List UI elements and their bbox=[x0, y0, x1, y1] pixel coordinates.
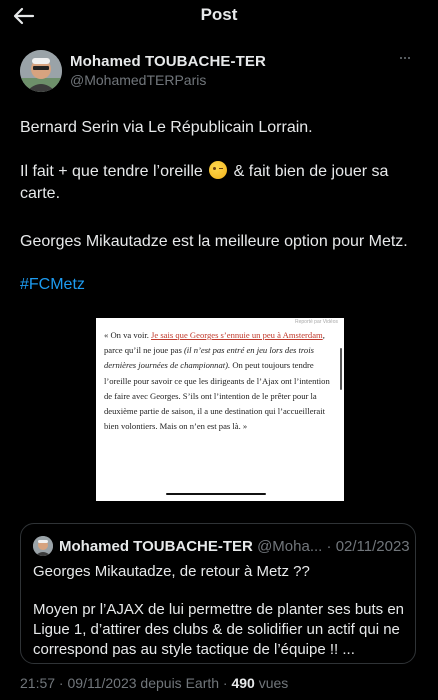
tweet-hashtag-line: #FCMetz bbox=[20, 274, 420, 296]
tweet-paragraph-2-text: Il fait + que tendre l’oreille bbox=[20, 163, 208, 180]
article-excerpt: « On va voir. Je sais que Georges s’ennu… bbox=[104, 328, 336, 434]
media-scrollbar bbox=[340, 348, 342, 390]
views-label: vues bbox=[254, 675, 289, 691]
tweet-paragraph-1: Bernard Serin via Le Républicain Lorrain… bbox=[20, 119, 313, 136]
tweet-date[interactable]: 09/11/2023 bbox=[68, 675, 137, 691]
quoted-tweet[interactable]: Mohamed TOUBACHE-TER @Moha... · 02/11/20… bbox=[20, 523, 416, 664]
hashtag-link[interactable]: #FCMetz bbox=[20, 276, 85, 293]
quoted-avatar bbox=[33, 536, 53, 556]
quoted-line-1: Georges Mikautadze, de retour à Metz ?? bbox=[33, 563, 310, 580]
quoted-tweet-header: Mohamed TOUBACHE-TER @Moha... · 02/11/20… bbox=[59, 538, 410, 555]
media-credit: Reporté par Vidéos bbox=[295, 319, 338, 325]
quoted-tweet-text: Georges Mikautadze, de retour à Metz ?? … bbox=[33, 562, 409, 660]
tweet-media-image[interactable]: Reporté par Vidéos « On va voir. Je sais… bbox=[96, 318, 344, 501]
footer-separator-1: · bbox=[55, 675, 68, 691]
quoted-date: 02/11/2023 bbox=[335, 538, 410, 555]
quoted-author-name: Mohamed TOUBACHE-TER bbox=[59, 538, 253, 555]
article-text-open: « On va voir. bbox=[104, 330, 152, 340]
quoted-line-2: Moyen pr l’AJAX de lui permettre de plan… bbox=[33, 601, 405, 658]
footer-separator-2: · bbox=[219, 675, 232, 691]
author-handle[interactable]: @MohamedTERParis bbox=[70, 72, 206, 88]
page-title: Post bbox=[200, 5, 238, 24]
tweet-paragraph-3: Georges Mikautadze est la meilleure opti… bbox=[20, 233, 408, 250]
article-highlight: Je sais que Georges s’ennuie un peu à Am… bbox=[151, 330, 323, 340]
top-bar: Post bbox=[0, 0, 438, 34]
tweet-metadata: 21:57 · 09/11/2023 depuis Earth · 490 vu… bbox=[20, 675, 288, 691]
author-name[interactable]: Mohamed TOUBACHE-TER bbox=[70, 53, 266, 70]
avatar[interactable] bbox=[20, 50, 62, 92]
views-count: 490 bbox=[231, 675, 255, 691]
tweet-author: Mohamed TOUBACHE-TER @MohamedTERParis bbox=[20, 48, 420, 98]
quoted-separator: · bbox=[326, 538, 332, 555]
more-horizontal-icon bbox=[400, 57, 402, 59]
winking-face-emoji-icon bbox=[209, 161, 228, 179]
more-options-button[interactable] bbox=[400, 54, 416, 62]
tweet-paragraph-2: Il fait + que tendre l’oreille & fait bi… bbox=[20, 161, 420, 205]
article-text-rest: On peut toujours tendre l’oreille pour s… bbox=[104, 360, 330, 432]
tweet-source: depuis Earth bbox=[136, 675, 220, 691]
tweet-time[interactable]: 21:57 bbox=[20, 675, 55, 691]
media-home-indicator bbox=[166, 493, 266, 495]
quoted-author-handle: @Moha... bbox=[257, 538, 323, 555]
